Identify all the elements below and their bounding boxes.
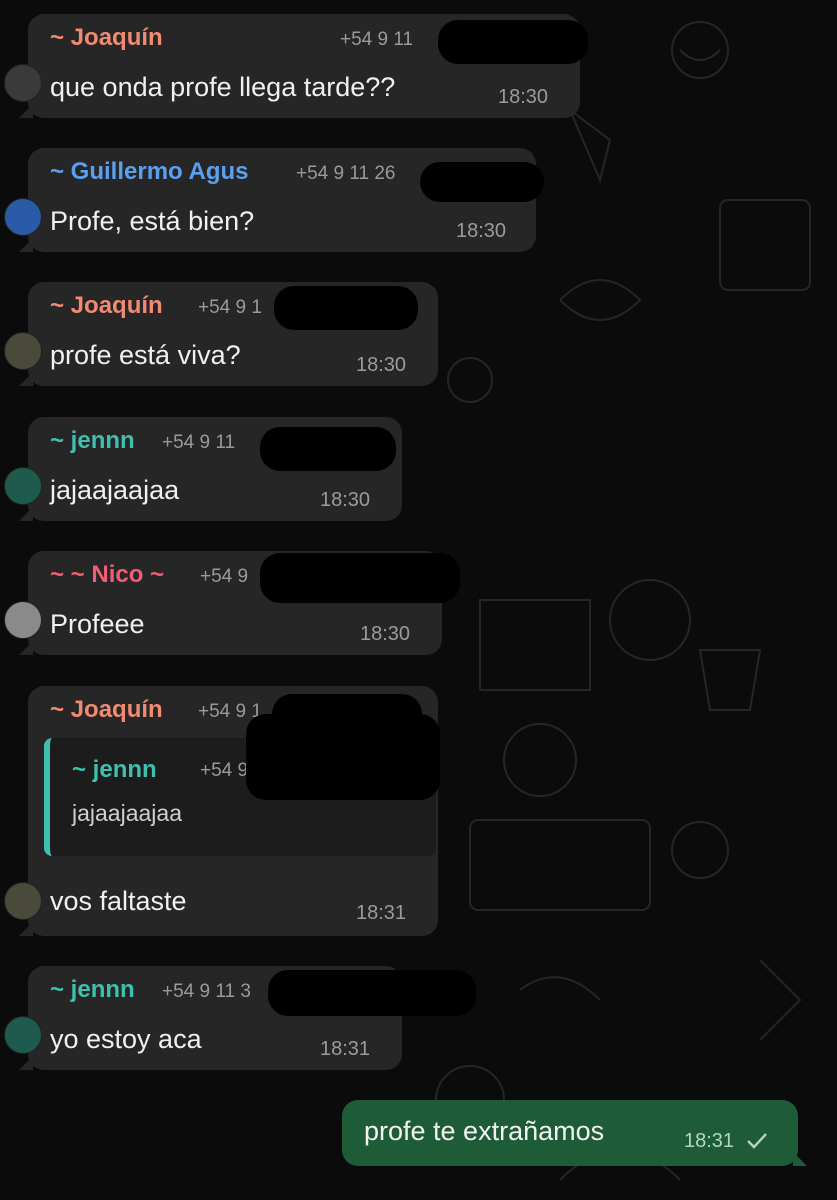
sender-phone: +54 9 11 (340, 29, 414, 50)
quoted-text: jajaajaajaa (72, 800, 182, 826)
message-time: 18:30 (360, 623, 411, 645)
redaction-mark (268, 970, 476, 1016)
redaction-mark (246, 714, 440, 800)
avatar[interactable] (4, 1016, 42, 1054)
message-bubble[interactable]: ~ jennn +54 9 11 jajaajaajaa 18:30 (4, 417, 402, 521)
message-bubble[interactable]: ~ Joaquín +54 9 1 ~ jennn +54 9 jajaajaa… (4, 686, 440, 936)
message-time: 18:31 (320, 1038, 371, 1060)
message-text: jajaajaajaa (50, 475, 180, 505)
sender-phone: +54 9 1 (198, 297, 262, 318)
sender-name[interactable]: ~ Guillermo Agus (50, 158, 248, 186)
sender-name[interactable]: ~ jennn (50, 976, 135, 1004)
redaction-mark (260, 427, 396, 471)
quoted-sender-phone: +54 9 (200, 760, 249, 781)
sender-phone: +54 9 11 (162, 432, 236, 453)
outgoing-message-text: profe te extrañamos (364, 1116, 605, 1146)
redaction-mark (420, 162, 544, 202)
sender-name[interactable]: ~ Joaquín (50, 292, 163, 320)
sender-phone: +54 9 (200, 566, 249, 587)
outgoing-message-time: 18:31 (684, 1130, 735, 1152)
message-bubble[interactable]: ~ Joaquín +54 9 1 profe está viva? 18:30 (4, 282, 438, 386)
redaction-mark (274, 286, 418, 330)
message-text: vos faltaste (50, 886, 187, 916)
message-time: 18:30 (498, 86, 549, 108)
sender-phone: +54 9 11 3 (162, 981, 251, 1002)
outgoing-message-bubble[interactable]: profe te extrañamos 18:31 (342, 1100, 807, 1166)
quoted-sender-name: ~ jennn (72, 756, 157, 783)
message-text: que onda profe llega tarde?? (50, 72, 396, 102)
avatar[interactable] (4, 467, 42, 505)
message-text: yo estoy aca (50, 1024, 202, 1054)
avatar[interactable] (4, 882, 42, 920)
checkmark-icon (747, 1133, 767, 1149)
message-time: 18:30 (356, 354, 407, 376)
chat-view: ~ Joaquín +54 9 11 que onda profe llega … (0, 0, 837, 1200)
sender-phone: +54 9 11 26 (296, 163, 396, 184)
message-text: Profeee (50, 609, 145, 639)
message-bubble[interactable]: ~ Guillermo Agus +54 9 11 26 Profe, está… (4, 148, 544, 252)
message-bubble[interactable]: ~ ~ Nico ~ +54 9 Profeee 18:30 (4, 551, 460, 655)
sender-name[interactable]: ~ Joaquín (50, 696, 163, 724)
avatar[interactable] (4, 332, 42, 370)
redaction-mark (438, 20, 588, 64)
message-text: Profe, está bien? (50, 206, 255, 236)
sender-name[interactable]: ~ Joaquín (50, 24, 163, 52)
sender-name[interactable]: ~ jennn (50, 427, 135, 455)
sender-name[interactable]: ~ ~ Nico ~ (50, 561, 164, 589)
avatar[interactable] (4, 198, 42, 236)
message-text: profe está viva? (50, 340, 241, 370)
message-time: 18:31 (356, 902, 407, 924)
message-bubble[interactable]: ~ Joaquín +54 9 11 que onda profe llega … (4, 14, 588, 118)
message-bubble[interactable]: ~ jennn +54 9 11 3 yo estoy aca 18:31 (4, 966, 476, 1070)
redaction-mark (260, 553, 460, 603)
message-time: 18:30 (456, 220, 507, 242)
avatar[interactable] (4, 601, 42, 639)
avatar[interactable] (4, 64, 42, 102)
message-time: 18:30 (320, 489, 371, 511)
